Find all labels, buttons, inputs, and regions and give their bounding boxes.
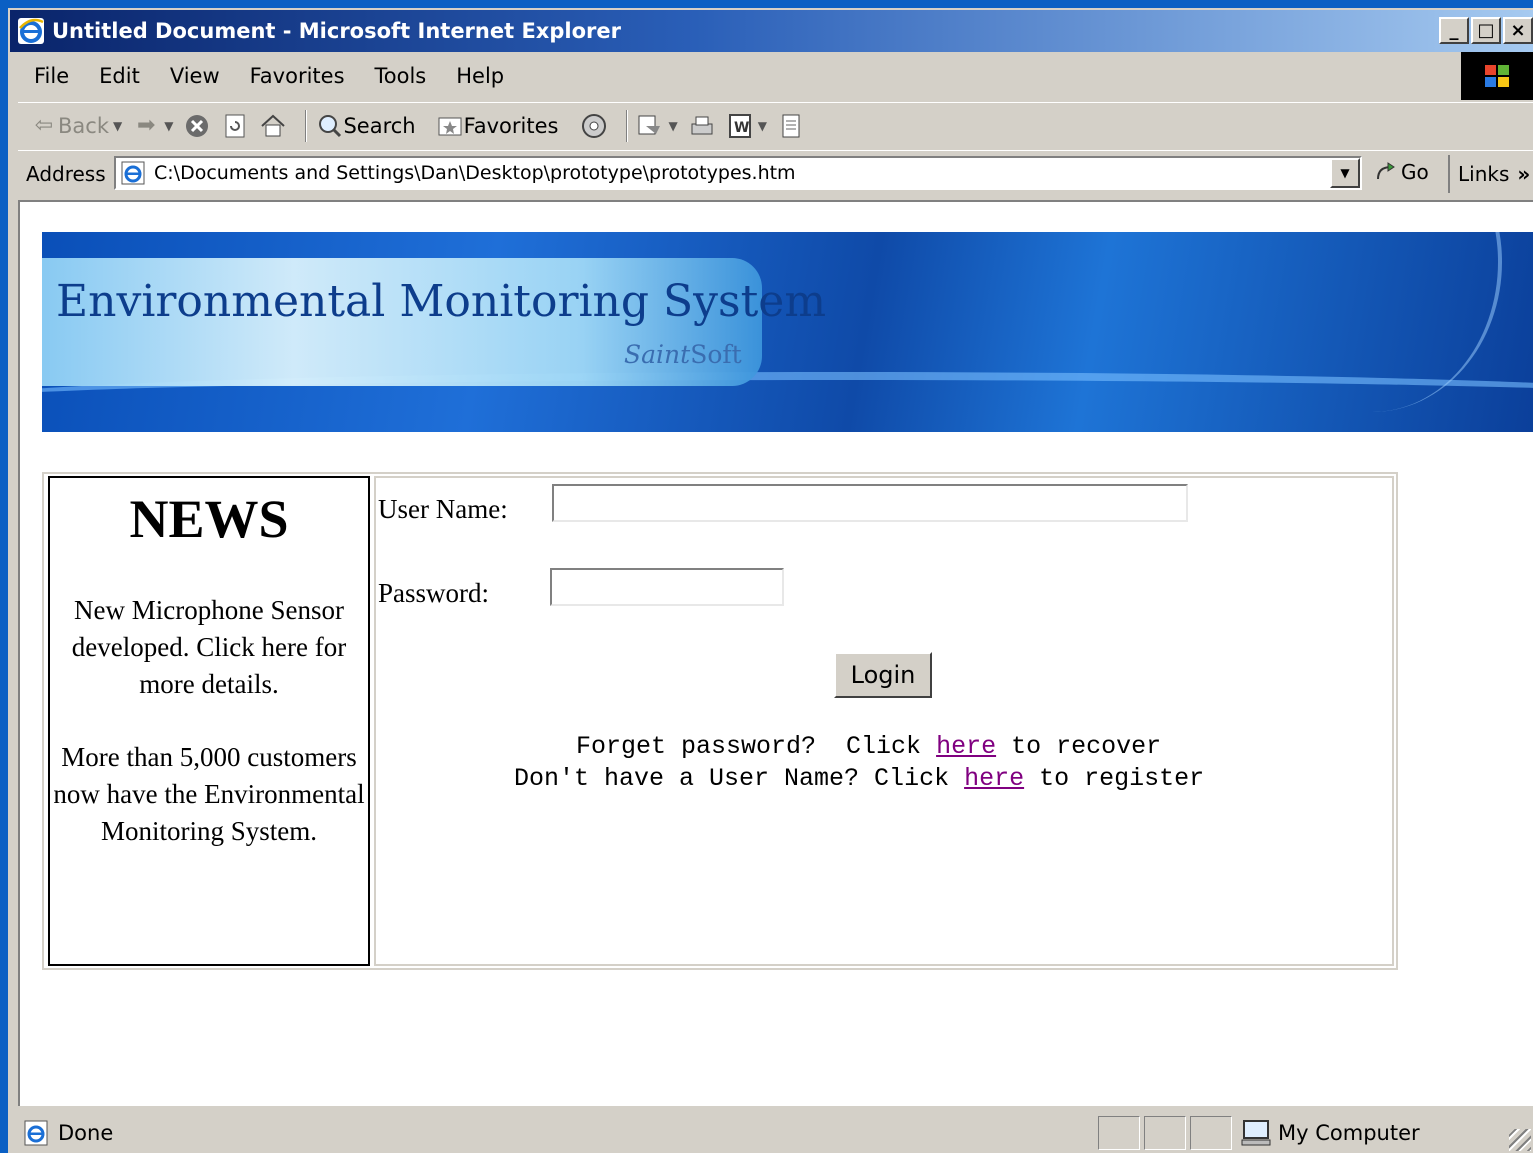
register-suffix: to register [1024,764,1205,793]
news-panel: NEWS New Microphone Sensor developed. Cl… [48,476,370,966]
favorites-label: Favorites [463,113,559,138]
search-label: Search [343,113,416,138]
chevron-down-icon: ▼ [1340,166,1350,180]
svg-text:W: W [734,120,749,136]
brand-italic: Saint [624,340,691,369]
links-label: Links [1458,162,1510,186]
password-label: Password: [378,578,490,608]
username-label: User Name: [378,494,508,524]
brand-rest: Soft [690,340,742,369]
username-input[interactable] [552,484,1188,522]
windows-logo-throbber [1461,52,1533,100]
chevron-down-icon: ▼ [757,118,767,133]
favorites-button[interactable]: Favorites [436,112,559,140]
search-button[interactable]: Search [315,112,416,140]
refresh-icon [225,114,245,137]
ie-logo-icon [18,18,44,44]
news-item: New Microphone Sensor developed. Click h… [71,595,347,699]
menu-file[interactable]: File [18,64,83,88]
chevron-right-icon: » [1517,162,1531,186]
news-heading: NEWS [129,489,289,549]
address-value: C:\Documents and Settings\Dan\Desktop\pr… [154,162,796,184]
layout-table: NEWS New Microphone Sensor developed. Cl… [42,472,1398,970]
stop-icon [186,114,209,137]
security-zone: My Computer [1240,1116,1420,1150]
my-computer-icon [1241,1120,1271,1146]
password-input[interactable] [550,568,784,606]
minimize-button[interactable]: _ [1439,17,1469,44]
news-item: More than 5,000 customers now have the E… [53,742,365,846]
forward-button[interactable]: ➡ ▼ [132,112,173,140]
login-button[interactable]: Login [834,652,932,698]
forgot-prefix: Forget password? Click [576,732,937,761]
register-link[interactable]: here [964,764,1024,793]
home-button[interactable] [259,112,287,140]
favorites-star-icon [438,117,462,135]
edit-word-button[interactable]: W ▼ [726,112,767,140]
resize-grip[interactable] [1509,1129,1531,1151]
chevron-down-icon: ▼ [112,118,123,133]
toolbar-separator [626,109,629,142]
home-icon [261,114,286,136]
menu-help[interactable]: Help [440,64,518,88]
address-label: Address [26,161,106,186]
go-arrow-icon [1377,162,1395,180]
status-segment [1144,1116,1186,1150]
windows-flag-icon [1485,65,1509,87]
brand-logo-text: SaintSoft [624,340,742,369]
status-segment [1190,1116,1232,1150]
status-text: Done [58,1120,114,1145]
chevron-down-icon: ▼ [668,118,678,133]
forward-arrow-icon: ➡ [137,113,156,138]
go-button[interactable]: Go [1373,159,1429,185]
ie-page-icon [121,161,145,185]
recover-link[interactable]: here [936,732,996,761]
address-bar: Address C:\Documents and Settings\Dan\De… [18,150,1533,196]
menu-view[interactable]: View [154,64,234,88]
page-viewport: Environmental Monitoring System SaintSof… [18,200,1533,1106]
status-bar: Done My Computer [18,1112,1533,1153]
close-button[interactable]: × [1503,17,1533,44]
menu-edit[interactable]: Edit [83,64,154,88]
chevron-down-icon: ▼ [164,118,174,133]
register-prefix: Don't have a User Name? Click [514,764,965,793]
forgot-password-text: Forget password? Click here to recover [576,732,1161,761]
standard-toolbar: ⇦ Back ▼ ➡ ▼ Search Favorites ▼ W ▼ [18,102,1533,148]
mail-button[interactable]: ▼ [636,112,678,140]
links-button[interactable]: Links » [1448,155,1530,193]
search-icon [319,114,342,137]
discuss-button[interactable] [777,112,805,140]
header-banner: Environmental Monitoring System SaintSof… [42,232,1533,432]
toolbar-separator [305,109,308,142]
window-title: Untitled Document - Microsoft Internet E… [52,19,621,43]
discuss-icon [782,114,800,137]
back-label: Back [58,113,109,138]
ie-page-icon [24,1120,48,1145]
login-form: User Name: Password: Login Forget passwo… [374,476,1394,966]
back-arrow-icon: ⇦ [34,113,54,138]
menu-tools[interactable]: Tools [359,64,441,88]
title-bar: Untitled Document - Microsoft Internet E… [10,10,1533,52]
back-button[interactable]: ⇦ Back ▼ [30,112,122,140]
address-input[interactable]: C:\Documents and Settings\Dan\Desktop\pr… [114,156,1362,190]
print-icon [691,116,713,134]
media-button[interactable] [580,112,608,140]
refresh-button[interactable] [221,112,249,140]
forgot-suffix: to recover [996,732,1162,761]
address-dropdown-button[interactable]: ▼ [1330,158,1360,188]
status-segment [1098,1116,1140,1150]
register-text: Don't have a User Name? Click here to re… [514,764,1204,793]
print-button[interactable] [688,112,716,140]
menu-favorites[interactable]: Favorites [234,64,359,88]
banner-title: Environmental Monitoring System [56,276,827,327]
zone-label: My Computer [1278,1121,1420,1145]
stop-button[interactable] [183,112,211,140]
menu-bar: File Edit View Favorites Tools Help [18,56,1458,96]
mail-icon [638,115,661,134]
media-icon [582,113,607,138]
word-icon: W [728,113,751,138]
maximize-button[interactable]: □ [1471,17,1501,44]
go-label: Go [1401,160,1429,184]
